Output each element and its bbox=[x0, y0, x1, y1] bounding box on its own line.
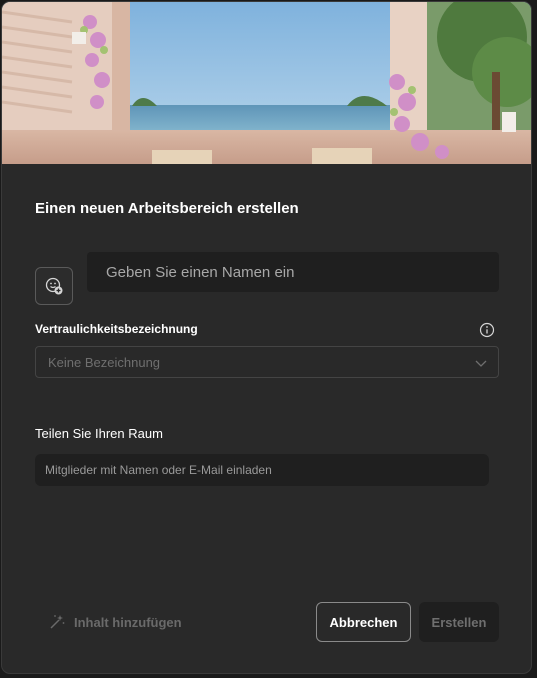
workspace-icon-button[interactable] bbox=[35, 267, 73, 305]
sensitivity-label-title: Vertraulichkeitsbezeichnung bbox=[35, 322, 198, 336]
invite-members-input[interactable] bbox=[35, 454, 489, 486]
add-content-button[interactable]: Inhalt hinzufügen bbox=[48, 612, 182, 632]
sensitivity-selected-value: Keine Bezeichnung bbox=[48, 355, 161, 370]
dialog-title: Einen neuen Arbeitsbereich erstellen bbox=[35, 200, 299, 217]
chevron-down-icon bbox=[475, 360, 487, 367]
add-emoji-icon bbox=[45, 277, 63, 295]
terrace-sea-view-illustration bbox=[2, 2, 531, 164]
sensitivity-dropdown[interactable]: Keine Bezeichnung bbox=[35, 346, 499, 378]
add-content-label: Inhalt hinzufügen bbox=[74, 614, 182, 630]
create-button[interactable]: Erstellen bbox=[419, 602, 499, 642]
info-icon[interactable] bbox=[479, 322, 495, 338]
hero-image bbox=[2, 2, 531, 164]
cancel-button[interactable]: Abbrechen bbox=[316, 602, 411, 642]
magic-wand-icon bbox=[50, 615, 65, 629]
share-section-label: Teilen Sie Ihren Raum bbox=[35, 426, 163, 441]
create-workspace-dialog: Einen neuen Arbeitsbereich erstellen Ver… bbox=[2, 2, 531, 673]
workspace-name-input[interactable] bbox=[87, 252, 499, 292]
